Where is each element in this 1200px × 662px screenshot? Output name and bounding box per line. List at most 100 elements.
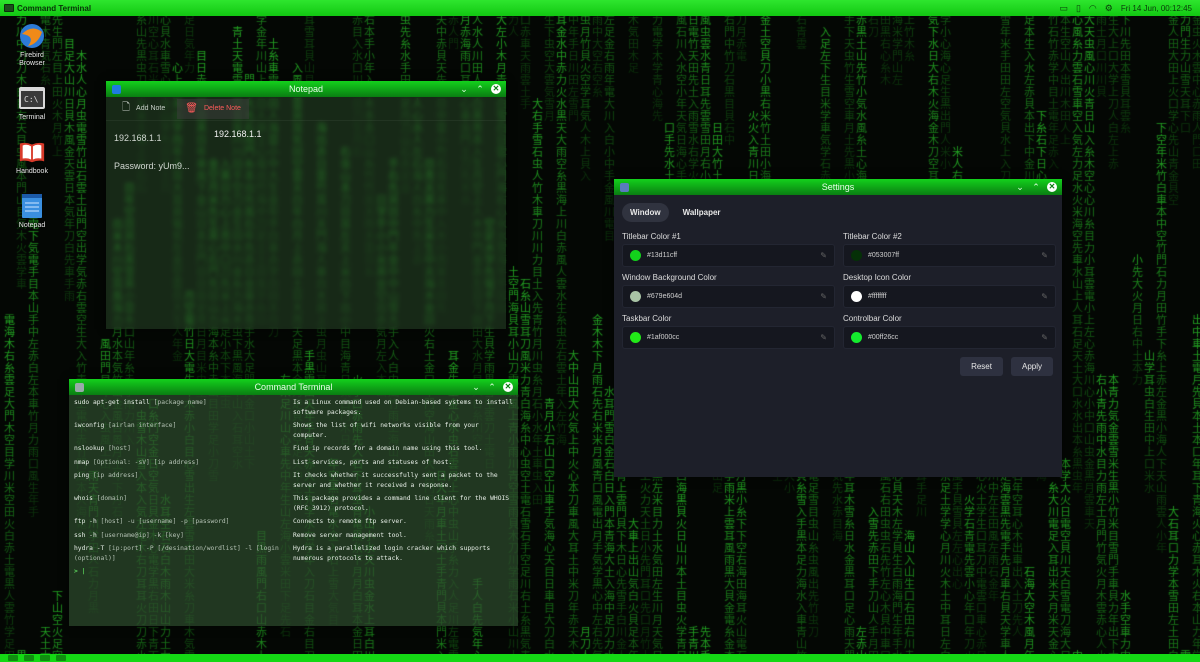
eyedropper-icon[interactable]: ✎ [820, 292, 827, 301]
terminal-titlebar[interactable]: Command Terminal ⌄ ⌃ ✕ [69, 379, 518, 395]
command-description: Remove server management tool. [293, 531, 407, 539]
add-note-button[interactable]: 🗋 Add Note [114, 99, 173, 119]
tab-wallpaper[interactable]: Wallpaper [675, 203, 729, 222]
command-name: nmap [74, 458, 90, 466]
color-value: #053007ff [868, 252, 900, 259]
notepad-toolbar: 🗋 Add Note 🗑 Delete Note [106, 97, 506, 121]
color-input[interactable]: #00ff26cc ✎ [843, 326, 1056, 349]
color-input[interactable]: #1af000cc ✎ [622, 326, 835, 349]
command-description: It checks whether it successfully sent a… [293, 472, 498, 489]
command-name: sudo apt-get install [74, 399, 150, 406]
color-value: #1af000cc [647, 334, 680, 341]
reset-button[interactable]: Reset [960, 357, 1003, 376]
trash-icon: 🗑 [185, 103, 198, 114]
eyedropper-icon[interactable]: ✎ [1041, 333, 1048, 342]
terminal-row: ssh -h [username@ip] -k [key] Remove serv… [74, 531, 513, 541]
minimize-icon[interactable]: ⌄ [1015, 182, 1025, 192]
notepad-window: Notepad ⌄ ⌃ ✕ 🗋 Add Note 🗑 Delete Note 1… [106, 81, 506, 329]
color-value: #679e604d [647, 293, 683, 300]
command-text: sudo apt-get install [package name] [74, 398, 293, 417]
color-swatch[interactable] [630, 250, 641, 261]
maximize-icon[interactable]: ⌃ [487, 382, 497, 392]
apply-button[interactable]: Apply [1010, 357, 1053, 376]
maximize-icon[interactable]: ⌃ [1031, 182, 1041, 192]
terminal-output[interactable]: sudo apt-get install [package name] Is a … [69, 395, 518, 626]
field-label: Controlbar Color [843, 314, 902, 323]
command-name: ping [74, 472, 90, 479]
color-input[interactable]: #679e604d ✎ [622, 285, 835, 308]
color-swatch[interactable] [630, 332, 641, 343]
maximize-icon[interactable]: ⌃ [475, 84, 485, 94]
terminal-row: hydra -T [ip:port] -P [/desination/wordl… [74, 544, 513, 563]
note-editor[interactable]: 192.168.1.1 [206, 121, 270, 183]
terminal-window: Command Terminal ⌄ ⌃ ✕ sudo apt-get inst… [69, 379, 518, 626]
desktop-icon-label: Firebird Browser [19, 52, 45, 67]
clock[interactable]: Fri 14 Jun, 00:12:45 [1121, 4, 1192, 13]
command-args: [airlan interface] [108, 422, 177, 429]
settings-window: Settings ⌄ ⌃ ✕ Window Wallpaper Titlebar… [614, 179, 1062, 477]
system-tray: ▭ ▯ ◠ ⚙ Fri 14 Jun, 00:12:45 [1059, 3, 1192, 14]
terminal-prompt[interactable]: > | [74, 567, 513, 576]
command-args: [host] -u [username] -p [password] [100, 518, 230, 525]
note-list-item[interactable]: Password: yUm9... [114, 161, 198, 171]
color-swatch[interactable] [630, 291, 641, 302]
close-icon[interactable]: ✕ [491, 84, 501, 94]
desktop-icon-browser[interactable]: Firebird Browser [10, 22, 54, 68]
command-text: ping [ip address] [74, 471, 293, 490]
command-description: Is a Linux command used on Debian-based … [293, 399, 513, 416]
settings-icon[interactable]: ⚙ [1105, 3, 1113, 14]
close-icon[interactable]: ✕ [503, 382, 513, 392]
desktop-icon-handbook[interactable]: Handbook [10, 138, 54, 176]
command-args: [username@ip] -k [key] [100, 531, 184, 539]
taskbar-item[interactable] [8, 655, 18, 661]
command-text: nslookup [host] [74, 444, 293, 454]
color-swatch[interactable] [851, 250, 862, 261]
globe-icon [18, 22, 46, 50]
command-args: [domain] [96, 495, 128, 502]
top-bar: Command Terminal ▭ ▯ ◠ ⚙ Fri 14 Jun, 00:… [0, 0, 1200, 16]
note-list-item[interactable]: 192.168.1.1 [114, 133, 198, 143]
command-args: [package name] [153, 399, 207, 406]
notepad-titlebar[interactable]: Notepad ⌄ ⌃ ✕ [106, 81, 506, 97]
command-text: iwconfig [airlan interface] [74, 421, 293, 440]
taskbar-item[interactable] [40, 655, 50, 661]
eyedropper-icon[interactable]: ✎ [1041, 292, 1048, 301]
wifi-icon[interactable]: ◠ [1089, 3, 1097, 14]
tab-window[interactable]: Window [622, 203, 669, 222]
color-field: Desktop Icon Color #ffffffff ✎ [843, 273, 1056, 308]
color-field: Titlebar Color #2 #053007ff ✎ [843, 232, 1056, 267]
desktop-icon-terminal[interactable]: C:\ Terminal [10, 84, 54, 122]
eyedropper-icon[interactable]: ✎ [820, 333, 827, 342]
field-label: Titlebar Color #1 [622, 232, 681, 241]
command-args: [ip:port] -P [/desination/wordlist] -l [… [74, 545, 279, 562]
color-value: #00ff26cc [868, 334, 899, 341]
eyedropper-icon[interactable]: ✎ [1041, 251, 1048, 260]
settings-tabs: Window Wallpaper [622, 203, 1054, 222]
taskbar-item[interactable] [56, 655, 66, 661]
terminal-row: iwconfig [airlan interface] Shows the lis… [74, 421, 513, 440]
field-label: Desktop Icon Color [843, 273, 912, 282]
color-input[interactable]: #ffffffff ✎ [843, 285, 1056, 308]
desktop-icon-notepad[interactable]: Notepad [10, 192, 54, 230]
eyedropper-icon[interactable]: ✎ [820, 251, 827, 260]
command-description: This package provides a command line cli… [293, 495, 510, 512]
window-icon[interactable]: ▭ [1059, 3, 1068, 14]
command-text: nmap [Optional: -sV] [ip address] [74, 458, 293, 468]
battery-icon[interactable]: ▯ [1076, 3, 1081, 14]
color-input[interactable]: #13d11cff ✎ [622, 244, 835, 267]
terminal-row: ftp -h [host] -u [username] -p [password… [74, 517, 513, 527]
delete-note-button[interactable]: 🗑 Delete Note [177, 98, 249, 119]
close-icon[interactable]: ✕ [1047, 182, 1057, 192]
svg-text:C:\: C:\ [24, 95, 39, 104]
color-swatch[interactable] [851, 332, 862, 343]
minimize-icon[interactable]: ⌄ [471, 382, 481, 392]
settings-titlebar[interactable]: Settings ⌄ ⌃ ✕ [614, 179, 1062, 195]
minimize-icon[interactable]: ⌄ [459, 84, 469, 94]
color-input[interactable]: #053007ff ✎ [843, 244, 1056, 267]
taskbar-item[interactable] [24, 655, 34, 661]
file-icon: 🗋 [122, 102, 131, 113]
command-name: whois [74, 495, 93, 502]
command-description: List services, ports and statuses of hos… [293, 458, 453, 466]
notepad-window-icon [112, 84, 121, 94]
color-swatch[interactable] [851, 291, 862, 302]
